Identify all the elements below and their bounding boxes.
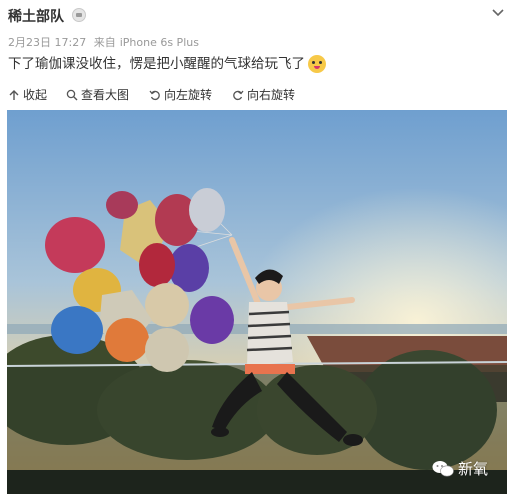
post-photo[interactable] <box>7 110 507 494</box>
view-large-button[interactable]: 查看大图 <box>66 86 129 103</box>
search-icon <box>66 89 78 100</box>
wechat-icon <box>432 460 454 476</box>
post-text: 下了瑜伽课没收住，愣是把小醒醒的气球给玩飞了 <box>8 52 326 73</box>
chevron-down-icon[interactable] <box>490 4 506 20</box>
post-source[interactable]: iPhone 6s Plus <box>120 36 199 49</box>
rotate-left-label: 向左旋转 <box>164 88 213 102</box>
post-text-body: 下了瑜伽课没收住，愣是把小醒醒的气球给玩飞了 <box>8 56 305 72</box>
arrow-up-icon <box>9 89 19 100</box>
rotate-right-button[interactable]: 向右旋转 <box>232 86 295 103</box>
rotate-left-button[interactable]: 向左旋转 <box>149 86 212 103</box>
watermark: 新氧 <box>432 458 488 479</box>
source-prefix: 来自 <box>93 36 116 49</box>
rotate-left-icon <box>149 90 160 100</box>
post-header: 稀土部队 2月23日 17:27 来自 iPhone 6s Plus <box>8 6 506 54</box>
collapse-label: 收起 <box>23 88 48 102</box>
rotate-right-icon <box>233 90 244 100</box>
photo-illustration <box>7 110 507 494</box>
rotate-right-label: 向右旋转 <box>247 88 296 102</box>
collapse-button[interactable]: 收起 <box>8 86 47 103</box>
image-toolbar: 收起 查看大图 向左旋转 向右旋转 <box>0 82 514 104</box>
username[interactable]: 稀土部队 <box>8 6 64 26</box>
view-large-label: 查看大图 <box>81 88 130 102</box>
post-date[interactable]: 2月23日 17:27 <box>8 36 86 49</box>
tongue-out-emoji-icon <box>308 55 326 73</box>
post-meta: 2月23日 17:27 来自 iPhone 6s Plus <box>8 34 203 50</box>
watermark-label: 新氧 <box>458 460 489 478</box>
crown-badge-icon <box>72 8 86 22</box>
